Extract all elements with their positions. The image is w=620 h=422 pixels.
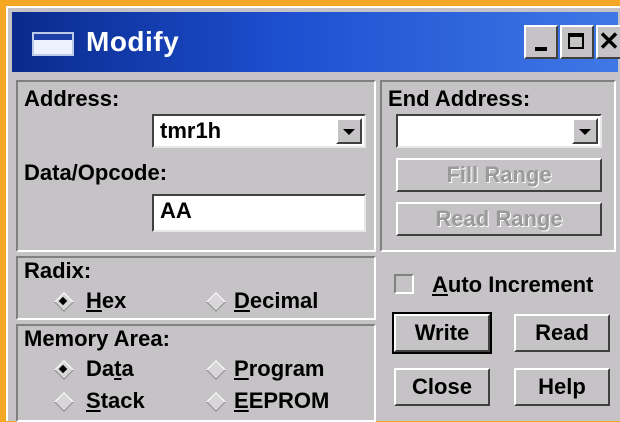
end-address-dropdown-arrow-icon[interactable]: [572, 118, 598, 144]
help-button[interactable]: Help: [514, 368, 610, 406]
fill-range-label: Fill Range: [446, 162, 552, 187]
memory-program-label[interactable]: Program: [234, 356, 324, 382]
data-opcode-label: Data/Opcode:: [24, 160, 168, 185]
data-opcode-value: AA: [160, 198, 192, 223]
memory-eeprom-label[interactable]: EEPROM: [234, 388, 329, 414]
memory-data-radio[interactable]: [54, 360, 72, 378]
maximize-button[interactable]: [560, 25, 594, 59]
address-dropdown-arrow-icon[interactable]: [336, 118, 362, 144]
end-address-combobox[interactable]: [396, 114, 602, 148]
memory-area-label: Memory Area:: [24, 326, 170, 351]
memory-data-label[interactable]: Data: [86, 356, 134, 382]
memory-eeprom-radio[interactable]: [206, 392, 224, 410]
radix-hex-radio[interactable]: [54, 292, 72, 310]
write-button[interactable]: Write: [392, 312, 492, 354]
memory-program-radio[interactable]: [206, 360, 224, 378]
data-opcode-input[interactable]: AA: [152, 194, 366, 232]
radix-decimal-label[interactable]: Decimal: [234, 288, 318, 314]
radix-label: Radix:: [24, 258, 92, 283]
address-value: tmr1h: [160, 118, 222, 143]
end-address-group: End Address: Fill Range Read Range: [380, 80, 616, 252]
auto-increment-checkbox[interactable]: [394, 274, 414, 294]
radix-hex-label[interactable]: Hex: [86, 288, 126, 314]
title-bar[interactable]: Modify ✕: [12, 12, 620, 72]
read-button[interactable]: Read: [514, 314, 610, 352]
modify-window: Modify ✕ Address: tmr1h Data/Opcode: AA …: [6, 6, 620, 422]
radix-group: Radix: Hex Decimal: [16, 256, 376, 320]
help-label: Help: [538, 374, 586, 399]
read-range-button[interactable]: Read Range: [396, 202, 602, 236]
address-group: Address: tmr1h Data/Opcode: AA: [16, 80, 376, 252]
read-label: Read: [535, 320, 589, 345]
window-icon: [32, 32, 74, 56]
auto-increment-label[interactable]: Auto Increment: [432, 272, 593, 298]
close-icon: ✕: [598, 26, 620, 56]
address-label: Address:: [24, 86, 120, 111]
close-button[interactable]: Close: [394, 368, 490, 406]
radix-decimal-radio[interactable]: [206, 292, 224, 310]
address-combobox[interactable]: tmr1h: [152, 114, 366, 148]
memory-stack-label[interactable]: Stack: [86, 388, 145, 414]
minimize-icon: [535, 47, 547, 51]
read-range-label: Read Range: [435, 206, 563, 231]
window-title: Modify: [86, 26, 180, 57]
fill-range-button[interactable]: Fill Range: [396, 158, 602, 192]
minimize-button[interactable]: [524, 25, 558, 59]
end-address-label: End Address:: [388, 86, 531, 111]
close-window-button[interactable]: ✕: [596, 25, 620, 59]
write-label: Write: [414, 320, 470, 345]
close-label: Close: [412, 374, 472, 399]
memory-area-group: Memory Area: Data Program Stack EEPROM: [16, 324, 376, 422]
maximize-icon: [568, 33, 584, 49]
memory-stack-radio[interactable]: [54, 392, 72, 410]
